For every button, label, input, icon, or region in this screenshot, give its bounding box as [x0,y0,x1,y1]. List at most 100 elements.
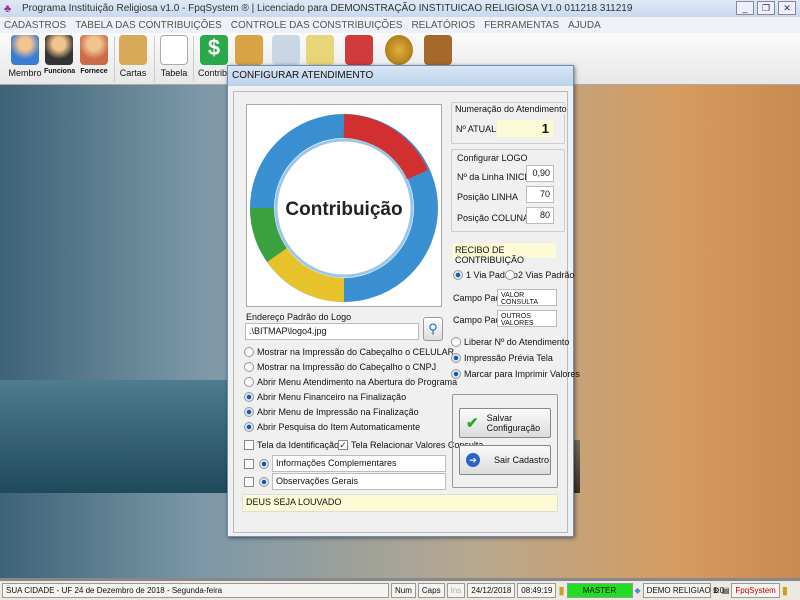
via2-radio[interactable]: 2 Vias Padrão [505,270,574,280]
n-atual-label: Nº ATUAL [456,124,497,134]
option-pesquisa-item[interactable]: Abrir Pesquisa do Item Automaticamente [244,422,420,432]
menu-relatorios[interactable]: RELATÓRIOS [411,20,475,31]
menu-controle[interactable]: CONTROLE DAS CONSTRIBUIÇÕES [231,20,403,31]
option-menu-financeiro[interactable]: Abrir Menu Financeiro na Finalização [244,392,406,402]
logo-path-input[interactable]: .\BITMAP\logo4.jpg [245,323,419,340]
browse-logo-button[interactable]: ⚲ [423,317,443,341]
option-menu-atendimento[interactable]: Abrir Menu Atendimento na Abertura do Pr… [244,377,457,387]
pos-coluna-input[interactable]: 80 [526,207,554,224]
option-label: Abrir Pesquisa do Item Automaticamente [257,422,421,432]
marcar-imprimir-radio[interactable]: Marcar para Imprimir Valores [451,369,580,379]
configurar-atendimento-dialog: CONFIGURAR ATENDIMENTO Contribuição Ende… [227,65,580,537]
impressao-previa-label: Impressão Prévia Tela [464,353,553,363]
impressao-previa-radio[interactable]: Impressão Prévia Tela [451,353,553,363]
status-user: MASTER [566,583,633,598]
contribuir-button[interactable]: $ Contribuir [198,35,238,83]
salvar-label: Salvar Configuração [486,413,541,433]
recibo-title: RECIBO DE CONTRIBUIÇÃO [451,242,557,265]
pos-linha-input[interactable]: 70 [526,186,554,203]
monitor-icon[interactable]: ▤ [722,586,730,595]
liberar-label: Liberar Nº do Atendimento [464,337,570,347]
obs-gerais-checkbox[interactable] [244,477,254,487]
checkmark-icon: ✔ [466,415,479,432]
info-compl-radio[interactable] [259,459,269,469]
status-caps: Caps [417,583,445,598]
employees-icon [45,35,73,65]
obs-gerais-radio[interactable] [259,477,269,487]
option-label: Mostrar na Impressão do Cabeçalho o CNPJ [257,362,437,372]
numeracao-title: Numeração do Atendimento [455,104,567,114]
network-icon: ◆ [634,586,641,595]
search-document-icon [272,35,300,65]
coin-icon [385,35,413,65]
info-compl-checkbox[interactable] [244,459,254,469]
sair-cadastro-button[interactable]: ➔ Sair Cadastro [459,445,551,475]
user-icon: ▮ [558,585,565,597]
menu-ferramentas[interactable]: FERRAMENTAS [484,20,559,31]
liberar-radio[interactable]: Liberar Nº do Atendimento [451,337,569,347]
option-cnpj[interactable]: Mostrar na Impressão do Cabeçalho o CNPJ [244,362,436,372]
status-time: 08:49:19 [517,583,557,598]
settings-icon[interactable]: ⚙ [713,586,720,595]
info-icon: ▮ [781,585,788,597]
checkbox-icon [244,440,254,450]
option-menu-impressao[interactable]: Abrir Menu de Impressão na Finalização [244,407,419,417]
option-label: Abrir Menu de Impressão na Finalização [257,407,419,417]
tabela-label: Tabela [160,68,188,78]
radio-icon [451,369,461,379]
radio-icon [451,353,461,363]
radio-icon [244,407,254,417]
document-icon [160,35,188,65]
maximize-button[interactable]: ❐ [757,1,775,15]
radio-icon [244,377,254,387]
pos-linha-label: Posição LINHA [457,192,519,202]
status-ins: Ins [446,583,466,598]
people-icon [11,35,39,65]
dialog-panel: Contribuição Endereço Padrão do Logo .\B… [233,91,580,533]
info-complementares-field[interactable]: Informações Complementares [272,455,446,472]
footer-message: DEUS SEJA LOUVADO [242,494,558,512]
radio-icon [453,270,463,280]
tela-identificacao-checkbox[interactable]: Tela da Identificação [244,440,339,450]
supplier-icon [80,35,108,65]
status-bar: SUA CIDADE - UF 24 de Dezembro de 2018 -… [0,581,800,600]
config-logo-title: Configurar LOGO [457,153,528,163]
membro-button[interactable]: Membro [8,35,42,83]
close-button[interactable]: ✕ [778,1,796,15]
radio-icon [244,392,254,402]
cartas-label: Cartas [119,68,147,78]
contribuir-label: Contribuir [198,68,238,78]
radio-icon [451,337,461,347]
sair-label: Sair Cadastro [494,455,550,465]
option-label: Abrir Menu Financeiro na Finalização [257,392,407,402]
dollar-icon: $ [200,35,228,65]
menu-ajuda[interactable]: AJUDA [568,20,601,31]
fornece-button[interactable]: Fornece [80,35,108,83]
menu-tabela[interactable]: TABELA DAS CONTRIBUIÇÕES [75,20,222,31]
via2-label: 2 Vias Padrão [518,270,575,280]
menu-cadastros[interactable]: CADASTROS [4,20,66,31]
support-icon [345,35,373,65]
dialog-title: CONFIGURAR ATENDIMENTO [228,66,573,86]
radio-icon [244,347,254,357]
linha-inicial-input[interactable]: 0,90 [526,165,554,182]
tabela-button[interactable]: Tabela [160,35,188,83]
cartas-button[interactable]: Cartas [118,35,148,83]
funciona-button[interactable]: Funciona [44,35,75,83]
option-celular[interactable]: Mostrar na Impressão do Cabeçalho o CELU… [244,347,454,357]
printer-icon [306,35,334,65]
checkbox-label: Tela da Identificação [257,440,340,450]
minimize-button[interactable]: _ [736,1,754,15]
menu-bar: CADASTROS TABELA DAS CONTRIBUIÇÕES CONTR… [0,17,800,33]
logo-text: Contribuição [285,199,402,220]
fornece-label: Fornece [80,68,108,75]
arrow-right-icon: ➔ [466,453,480,467]
campo-padrao-2-input[interactable]: OUTROS VALORES [497,310,557,327]
campo-padrao-1-input[interactable]: VALOR CONSULTA [497,289,557,306]
status-num: Num [391,583,416,598]
app-icon: ♣ [4,2,12,15]
membro-label: Membro [8,68,42,78]
observacoes-gerais-field[interactable]: Observações Gerais [272,473,446,490]
n-atual-field[interactable]: 1 [496,119,554,138]
salvar-configuracao-button[interactable]: ✔ Salvar Configuração [459,408,551,438]
